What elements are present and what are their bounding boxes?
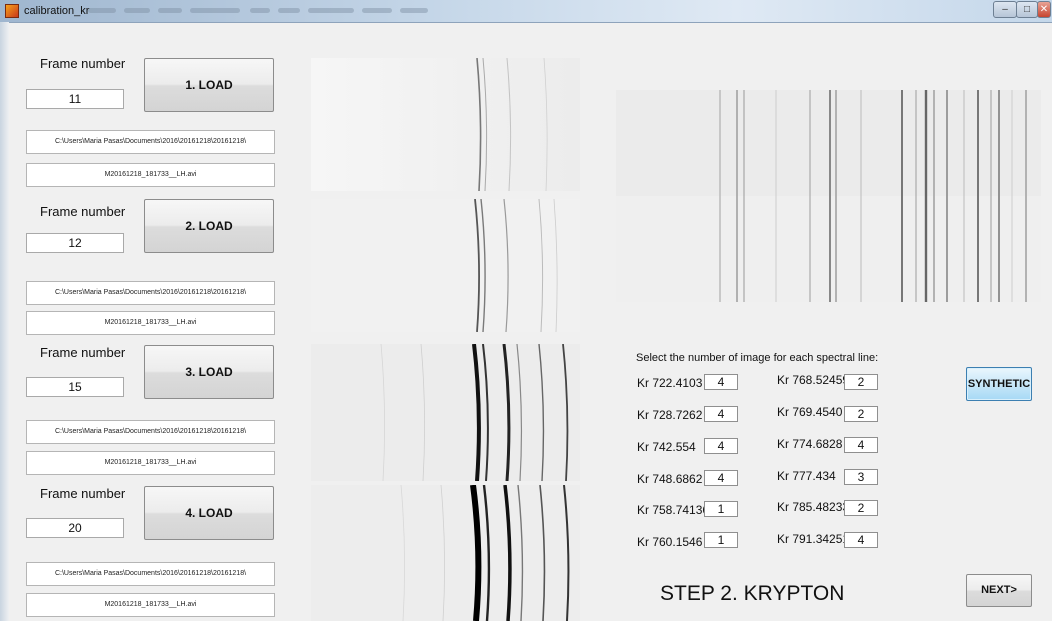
close-button[interactable]: ✕ [1037,1,1051,18]
spectrum-image-4 [311,485,580,621]
load-button-4[interactable]: 4. LOAD [144,486,274,540]
window-title: calibration_kr [24,5,90,17]
spectrum-image-1 [311,58,580,191]
line-label-right-5: Kr 785.48233 [777,500,850,514]
title-bar: calibration_kr – □ ✕ [0,0,1052,23]
folder-path-2: C:\Users\Maria Pasas\Documents\2016\2016… [26,281,275,305]
menu-placeholder [124,8,150,13]
line-label-right-1: Kr 768.52459 [777,373,850,387]
line-label-left-1: Kr 722.4103 [637,376,703,390]
file-name-4: M20161218_181733__LH.avi [26,593,275,617]
synthetic-button[interactable]: SYNTHETIC [966,367,1032,401]
line-label-left-3: Kr 742.554 [637,440,696,454]
load-button-1[interactable]: 1. LOAD [144,58,274,112]
line-label-right-6: Kr 791.34251 [777,532,850,546]
menu-placeholder [190,8,240,13]
menu-placeholder [308,8,354,13]
line-image-input-left-6[interactable]: 1 [704,532,738,548]
line-image-input-right-1[interactable]: 2 [844,374,878,390]
frame-number-input-1[interactable]: 11 [26,89,124,109]
line-image-input-right-2[interactable]: 2 [844,406,878,422]
file-name-3: M20161218_181733__LH.avi [26,451,275,475]
line-label-right-3: Kr 774.6828 [777,437,843,451]
line-label-right-2: Kr 769.4540 [777,405,843,419]
line-image-input-left-2[interactable]: 4 [704,406,738,422]
line-image-input-right-4[interactable]: 3 [844,469,878,485]
frame-number-label-1: Frame number [40,56,126,71]
load-button-2[interactable]: 2. LOAD [144,199,274,253]
line-image-input-left-5[interactable]: 1 [704,501,738,517]
selection-instructions: Select the number of image for each spec… [636,352,879,364]
frame-number-input-4[interactable]: 20 [26,518,124,538]
spectrum-image-2 [311,199,580,332]
line-label-left-5: Kr 758.74136 [637,503,710,517]
matlab-app-icon [5,4,19,18]
synthetic-spectrum-image [616,90,1041,302]
minimize-button[interactable]: – [993,1,1017,18]
line-label-right-4: Kr 777.434 [777,469,836,483]
file-name-1: M20161218_181733__LH.avi [26,163,275,187]
line-label-left-4: Kr 748.6862 [637,472,703,486]
step-title: STEP 2. KRYPTON [660,582,845,605]
frame-number-input-3[interactable]: 15 [26,377,124,397]
frame-number-input-2[interactable]: 12 [26,233,124,253]
file-name-2: M20161218_181733__LH.avi [26,311,275,335]
menu-placeholder [158,8,182,13]
line-image-input-right-5[interactable]: 2 [844,500,878,516]
line-label-left-2: Kr 728.7262 [637,408,703,422]
folder-path-3: C:\Users\Maria Pasas\Documents\2016\2016… [26,420,275,444]
load-button-3[interactable]: 3. LOAD [144,345,274,399]
folder-path-4: C:\Users\Maria Pasas\Documents\2016\2016… [26,562,275,586]
spectrum-image-3 [311,344,580,481]
window-edge [0,22,9,621]
menu-placeholder [250,8,270,13]
frame-number-label-3: Frame number [40,345,126,360]
maximize-button[interactable]: □ [1016,1,1038,18]
menu-placeholder [362,8,392,13]
line-image-input-right-6[interactable]: 4 [844,532,878,548]
frame-number-label-2: Frame number [40,204,126,219]
frame-number-label-4: Frame number [40,486,126,501]
line-image-input-right-3[interactable]: 4 [844,437,878,453]
line-image-input-left-1[interactable]: 4 [704,374,738,390]
folder-path-1: C:\Users\Maria Pasas\Documents\2016\2016… [26,130,275,154]
menu-placeholder [278,8,300,13]
menu-placeholder [400,8,428,13]
menu-placeholder [88,8,116,13]
next-button[interactable]: NEXT> [966,574,1032,607]
line-image-input-left-3[interactable]: 4 [704,438,738,454]
line-label-left-6: Kr 760.1546 [637,535,703,549]
line-image-input-left-4[interactable]: 4 [704,470,738,486]
